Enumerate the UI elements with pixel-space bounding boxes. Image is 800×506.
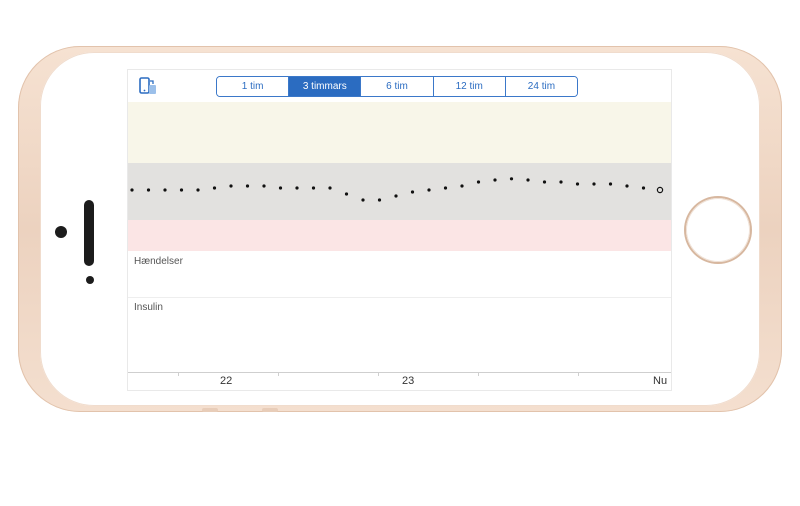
earpiece-speaker	[84, 200, 94, 266]
glucose-point	[509, 177, 514, 181]
range-1h-tab[interactable]: 1 tim	[217, 77, 289, 96]
glucose-point	[493, 178, 497, 182]
glucose-point	[592, 182, 596, 186]
current-glucose-point	[656, 186, 664, 194]
time-range-selector: 1 tim 3 timmars 6 tim 12 tim 24 tim	[216, 76, 578, 97]
glucose-point	[130, 188, 134, 192]
glucose-point	[625, 184, 629, 188]
glucose-point	[460, 184, 464, 188]
time-tick	[478, 372, 479, 376]
time-tick	[178, 372, 179, 376]
time-tick	[278, 372, 279, 376]
phone-with-arrow-icon[interactable]	[138, 77, 158, 97]
glucose-point	[344, 192, 349, 196]
range-6h-tab[interactable]: 6 tim	[360, 77, 433, 96]
glucose-point	[361, 198, 365, 202]
glucose-point	[443, 186, 448, 190]
glucose-point	[295, 186, 299, 190]
home-button[interactable]	[686, 198, 750, 262]
insulin-label: Insulin	[134, 302, 163, 313]
glucose-point	[278, 186, 283, 190]
glucose-point	[641, 186, 646, 190]
glucose-point	[179, 188, 184, 192]
glucose-point	[608, 182, 613, 186]
glucose-point	[377, 198, 382, 202]
glucose-point	[196, 188, 200, 192]
glucose-point	[575, 182, 580, 186]
glucose-point	[163, 188, 167, 192]
glucose-point	[229, 184, 233, 188]
glucose-point	[311, 186, 316, 190]
glucose-point	[526, 178, 530, 182]
glucose-point	[262, 184, 266, 188]
time-axis-line	[128, 372, 671, 373]
glucose-point	[328, 186, 332, 190]
time-label-now: Nu	[653, 375, 668, 387]
glucose-point	[212, 186, 217, 190]
time-label-22: 22	[220, 375, 233, 387]
glucose-point	[427, 188, 431, 192]
glucose-point	[476, 180, 481, 184]
range-12h-tab[interactable]: 12 tim	[432, 77, 505, 96]
high-glucose-band	[128, 102, 671, 163]
glucose-point	[394, 194, 398, 198]
volume-down-button	[262, 408, 278, 412]
time-tick	[378, 372, 379, 376]
proximity-sensor	[86, 276, 94, 284]
section-divider	[128, 297, 671, 298]
glucose-point	[559, 180, 563, 184]
app-screen: 1 tim 3 timmars 6 tim 12 tim 24 tim Hænd…	[128, 70, 671, 390]
time-tick	[578, 372, 579, 376]
toolbar: 1 tim 3 timmars 6 tim 12 tim 24 tim	[128, 70, 671, 102]
glucose-point	[146, 188, 151, 192]
glucose-trace	[130, 177, 664, 202]
glucose-point	[410, 190, 415, 194]
glucose-point	[245, 184, 250, 188]
glucose-point	[542, 180, 547, 184]
low-glucose-band	[128, 220, 671, 251]
range-3h-tab[interactable]: 3 timmars	[288, 77, 361, 96]
volume-up-button	[202, 408, 218, 412]
range-24h-tab[interactable]: 24 tim	[504, 77, 577, 96]
front-camera	[55, 226, 67, 238]
events-label: Hændelser	[134, 256, 183, 267]
time-label-23: 23	[402, 375, 415, 387]
